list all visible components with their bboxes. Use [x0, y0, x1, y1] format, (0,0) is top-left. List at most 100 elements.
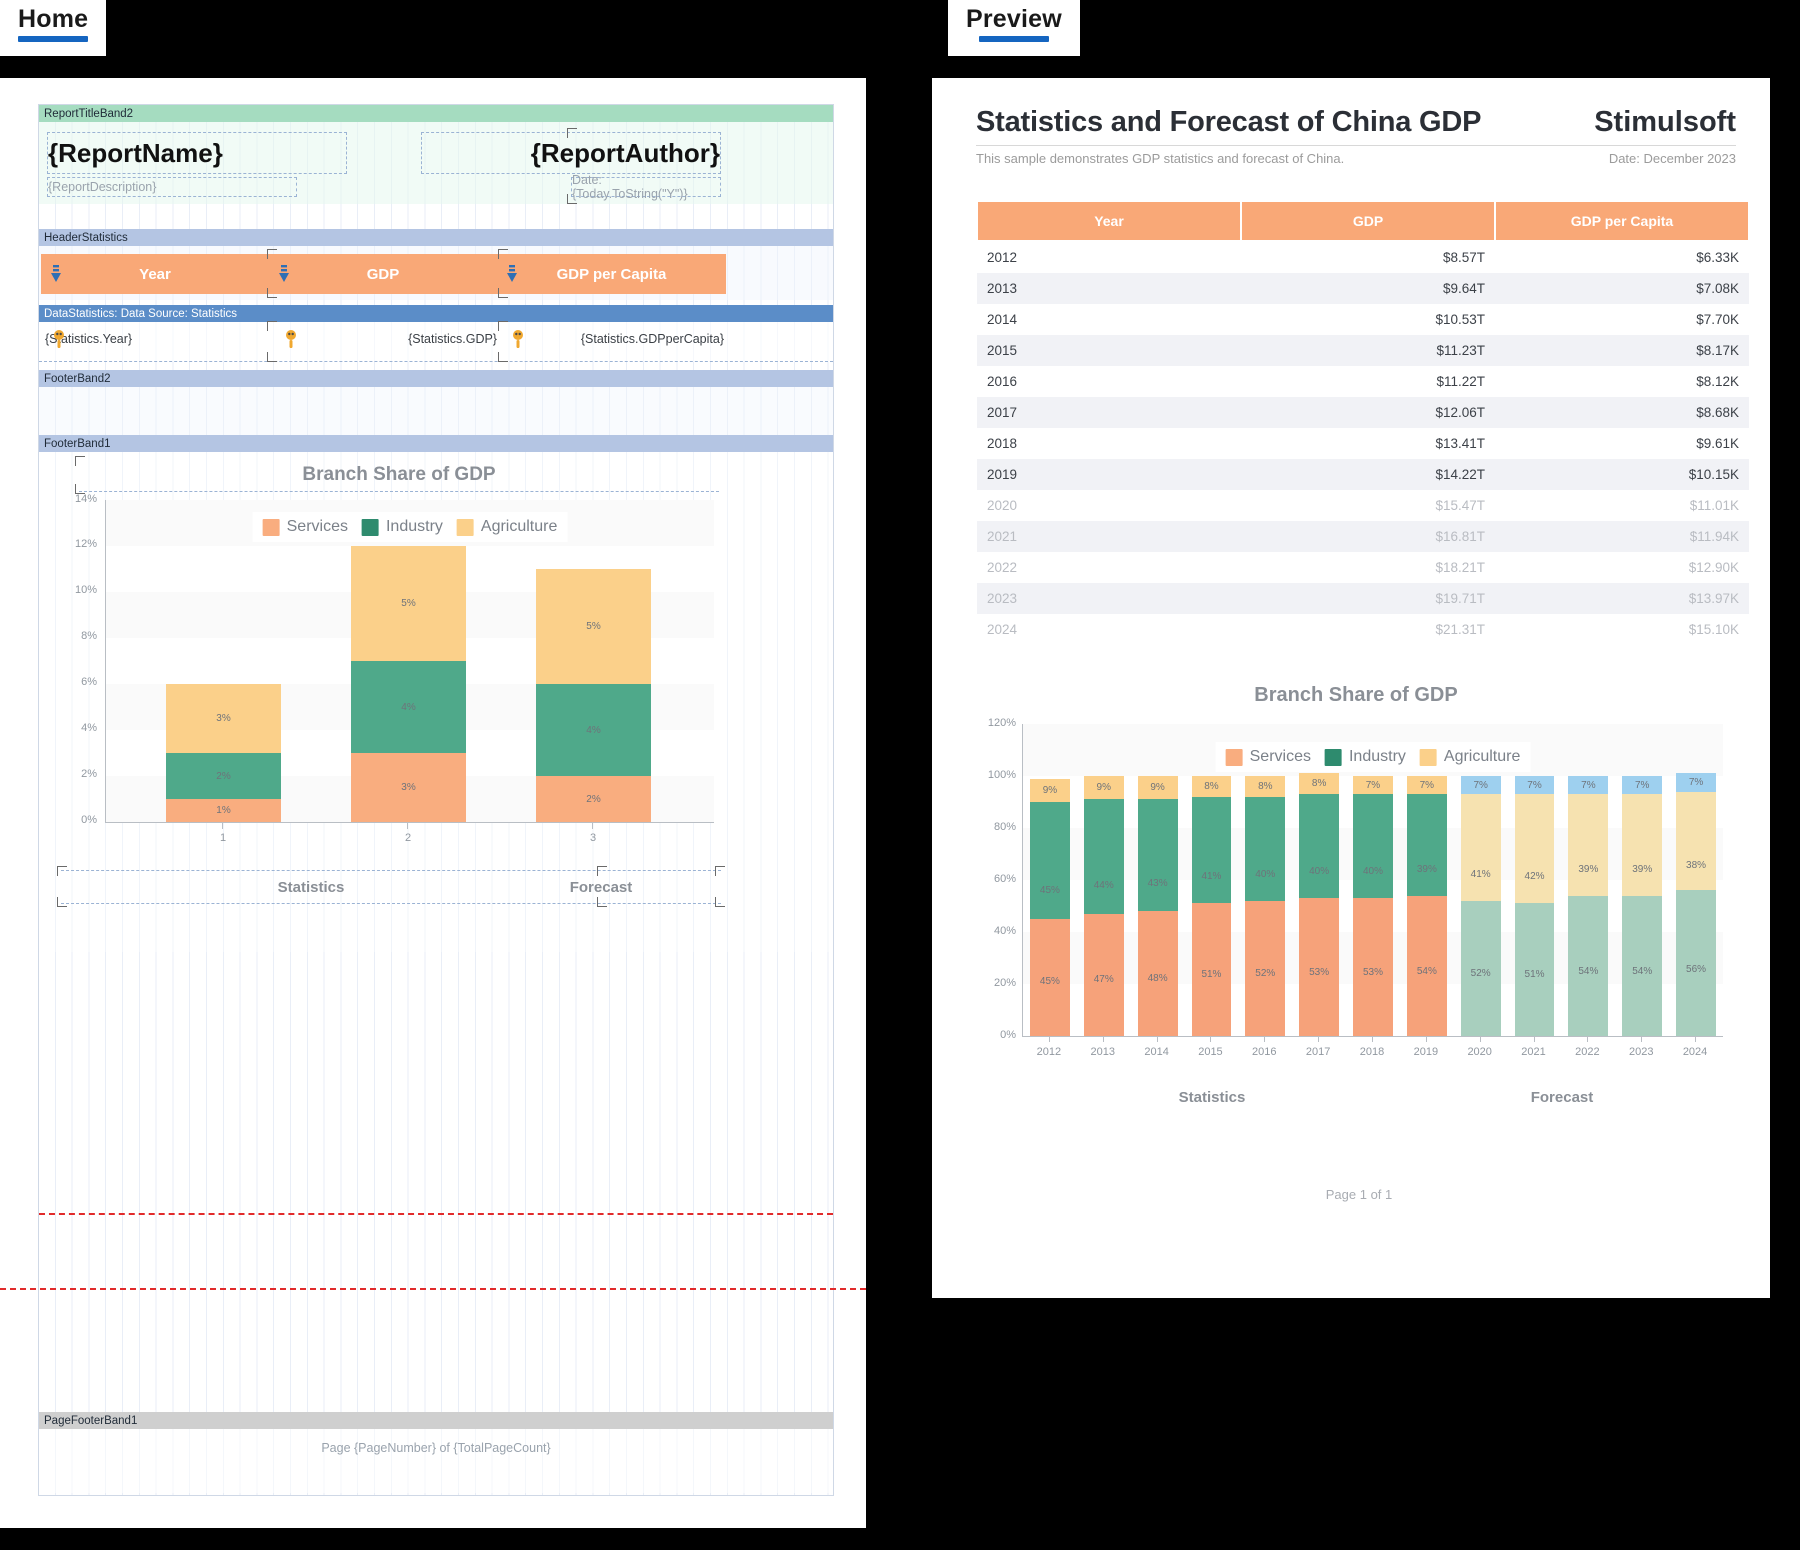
- data-field-gdp-per-capita[interactable]: {Statistics.GDPperCapita}: [502, 328, 724, 350]
- bar-group[interactable]: 8% 40% 52%: [1245, 776, 1286, 1036]
- designer-chart-groups-box[interactable]: Statistics Forecast: [61, 870, 721, 904]
- bar-segment-services[interactable]: 48%: [1137, 911, 1178, 1036]
- bar-segment-industry[interactable]: 40%: [1353, 794, 1393, 899]
- preview-page[interactable]: Statistics and Forecast of China GDP Sti…: [964, 92, 1754, 1277]
- bar-segment-industry[interactable]: 45%: [1030, 802, 1070, 919]
- table-row[interactable]: 2019 $14.22T $10.15K: [977, 459, 1749, 490]
- sort-down-icon[interactable]: [505, 264, 519, 284]
- bar-segment-industry[interactable]: 39%: [1406, 794, 1447, 896]
- bar-segment-industry[interactable]: 42%: [1514, 794, 1555, 904]
- designer-header-row[interactable]: Year GDP GDP per Capita: [41, 254, 726, 294]
- sort-down-icon[interactable]: [277, 264, 291, 284]
- bar-segment-agriculture[interactable]: 7%: [1622, 776, 1663, 795]
- bar-segment-services[interactable]: 51%: [1514, 903, 1555, 1036]
- bar-group[interactable]: 7% 39% 54%: [1622, 776, 1663, 1036]
- tab-preview[interactable]: Preview: [948, 0, 1080, 56]
- bar-segment-services[interactable]: 52%: [1460, 900, 1501, 1036]
- report-date-textbox[interactable]: Date: {Today.ToString("Y")}: [571, 173, 721, 201]
- table-row[interactable]: 2014 $10.53T $7.70K: [977, 304, 1749, 335]
- bar-segment-industry[interactable]: 39%: [1622, 794, 1663, 896]
- sort-down-icon[interactable]: [49, 264, 63, 284]
- designer-header-cell-gdp-per-capita[interactable]: GDP per Capita: [497, 254, 726, 294]
- data-field-gdp[interactable]: {Statistics.GDP}: [275, 328, 497, 350]
- report-author-textbox[interactable]: {ReportAuthor}: [421, 132, 721, 174]
- bar-group[interactable]: 8% 40% 53%: [1299, 773, 1340, 1036]
- band-footer-2[interactable]: FooterBand2: [39, 370, 833, 387]
- legend-item-services[interactable]: Services: [262, 518, 348, 536]
- legend-item-industry[interactable]: Industry: [361, 518, 443, 536]
- band-header-statistics[interactable]: HeaderStatistics: [39, 229, 833, 246]
- conditions-icon[interactable]: [283, 329, 299, 349]
- bar-segment-industry[interactable]: 40%: [1245, 796, 1286, 901]
- bar-segment-services[interactable]: 54%: [1622, 895, 1663, 1036]
- band-data-statistics[interactable]: DataStatistics: Data Source: Statistics: [39, 305, 833, 322]
- bar-segment-industry[interactable]: 41%: [1191, 796, 1232, 904]
- bar-segment-services[interactable]: 45%: [1030, 919, 1070, 1036]
- band-data-statistics-body[interactable]: {Statistics.Year} {Statistics.GDP} {Stat…: [39, 321, 833, 362]
- designer-header-cell-year[interactable]: Year: [41, 254, 269, 294]
- bar-segment-agriculture[interactable]: 7%: [1676, 773, 1716, 792]
- bar-segment-agriculture[interactable]: 7%: [1406, 776, 1447, 795]
- bar-group[interactable]: 7% 39% 54%: [1568, 776, 1609, 1036]
- bar-segment-agriculture[interactable]: 8%: [1245, 776, 1286, 797]
- bar-segment-industry[interactable]: 43%: [1137, 799, 1178, 912]
- table-row[interactable]: 2022 $18.21T $12.90K: [977, 552, 1749, 583]
- preview-chart-legend[interactable]: Services Industry Agriculture: [1215, 742, 1531, 772]
- designer-chart-plot[interactable]: 14% 12% 10% 8% 6% 4% 2% 0% 3% 2% 1% 5% 4…: [57, 493, 717, 850]
- conditions-icon[interactable]: [51, 329, 67, 349]
- bar-segment-industry[interactable]: 41%: [1460, 794, 1501, 901]
- bar-group[interactable]: 9% 44% 47%: [1083, 776, 1124, 1036]
- tab-home[interactable]: Home: [0, 0, 107, 56]
- band-header-statistics-body[interactable]: Year GDP GDP per Capita: [39, 246, 833, 300]
- bar-group[interactable]: 8% 41% 51%: [1191, 776, 1232, 1036]
- legend-item-agriculture[interactable]: Agriculture: [1419, 748, 1520, 766]
- table-row[interactable]: 2023 $19.71T $13.97K: [977, 583, 1749, 614]
- band-page-footer-body[interactable]: Page {PageNumber} of {TotalPageCount}: [39, 1429, 833, 1493]
- bar-segment-agriculture[interactable]: 9%: [1083, 776, 1124, 800]
- bar-segment-services[interactable]: 52%: [1245, 900, 1286, 1036]
- bar-segment-agriculture[interactable]: 7%: [1514, 776, 1555, 795]
- legend-item-industry[interactable]: Industry: [1324, 748, 1406, 766]
- report-name-textbox[interactable]: {ReportName}: [47, 132, 347, 174]
- designer-bar-group-1[interactable]: 3% 2% 1%: [166, 684, 281, 822]
- designer-chart-title-box[interactable]: Branch Share of GDP: [79, 460, 719, 492]
- designer-chart-region[interactable]: Branch Share of GDP 14% 12% 10% 8% 6% 4%…: [39, 452, 833, 952]
- data-field-year[interactable]: {Statistics.Year}: [45, 328, 270, 350]
- bar-segment-agriculture[interactable]: 8%: [1299, 773, 1340, 795]
- designer-bar-group-3[interactable]: 5% 4% 2%: [536, 569, 651, 822]
- conditions-icon[interactable]: [510, 329, 526, 349]
- bar-segment-services[interactable]: 53%: [1299, 898, 1340, 1036]
- bar-segment-industry[interactable]: 44%: [1083, 799, 1124, 914]
- bar-segment-industry[interactable]: 38%: [1676, 791, 1716, 891]
- band-page-footer[interactable]: PageFooterBand1: [39, 1412, 833, 1429]
- bar-segment-industry[interactable]: 40%: [1299, 794, 1340, 899]
- bar-group[interactable]: 7% 38% 56%: [1676, 773, 1716, 1036]
- bar-segment-agriculture[interactable]: 9%: [1137, 776, 1178, 800]
- bar-segment-services[interactable]: 56%: [1676, 890, 1716, 1036]
- gdp-col-gdp[interactable]: GDP: [1240, 200, 1496, 242]
- table-row[interactable]: 2024 $21.31T $15.10K: [977, 614, 1749, 645]
- bar-segment-agriculture[interactable]: 7%: [1353, 776, 1393, 795]
- legend-item-agriculture[interactable]: Agriculture: [456, 518, 557, 536]
- bar-segment-services[interactable]: 53%: [1353, 898, 1393, 1036]
- legend-item-services[interactable]: Services: [1225, 748, 1311, 766]
- band-report-title[interactable]: ReportTitleBand2: [39, 105, 833, 122]
- gdp-col-gdp-per-capita[interactable]: GDP per Capita: [1494, 200, 1750, 242]
- bar-group[interactable]: 7% 41% 52%: [1460, 776, 1501, 1036]
- bar-segment-agriculture[interactable]: 8%: [1191, 776, 1232, 797]
- bar-segment-services[interactable]: 47%: [1083, 913, 1124, 1036]
- bar-segment-services[interactable]: 54%: [1406, 895, 1447, 1036]
- table-row[interactable]: 2017 $12.06T $8.68K: [977, 397, 1749, 428]
- bar-group[interactable]: 7% 39% 54%: [1406, 776, 1447, 1036]
- bar-group[interactable]: 9% 43% 48%: [1137, 776, 1178, 1036]
- page-footer-textbox[interactable]: Page {PageNumber} of {TotalPageCount}: [39, 1439, 833, 1457]
- table-row[interactable]: 2018 $13.41T $9.61K: [977, 428, 1749, 459]
- bar-segment-agriculture[interactable]: 9%: [1030, 778, 1070, 802]
- bar-group[interactable]: 7% 40% 53%: [1353, 776, 1393, 1036]
- designer-bar-group-2[interactable]: 5% 4% 3%: [351, 546, 466, 822]
- bar-segment-services[interactable]: 51%: [1191, 903, 1232, 1036]
- table-row[interactable]: 2015 $11.23T $8.17K: [977, 335, 1749, 366]
- table-row[interactable]: 2021 $16.81T $11.94K: [977, 521, 1749, 552]
- bar-segment-services[interactable]: 54%: [1568, 895, 1609, 1036]
- bar-segment-agriculture[interactable]: 7%: [1568, 776, 1609, 795]
